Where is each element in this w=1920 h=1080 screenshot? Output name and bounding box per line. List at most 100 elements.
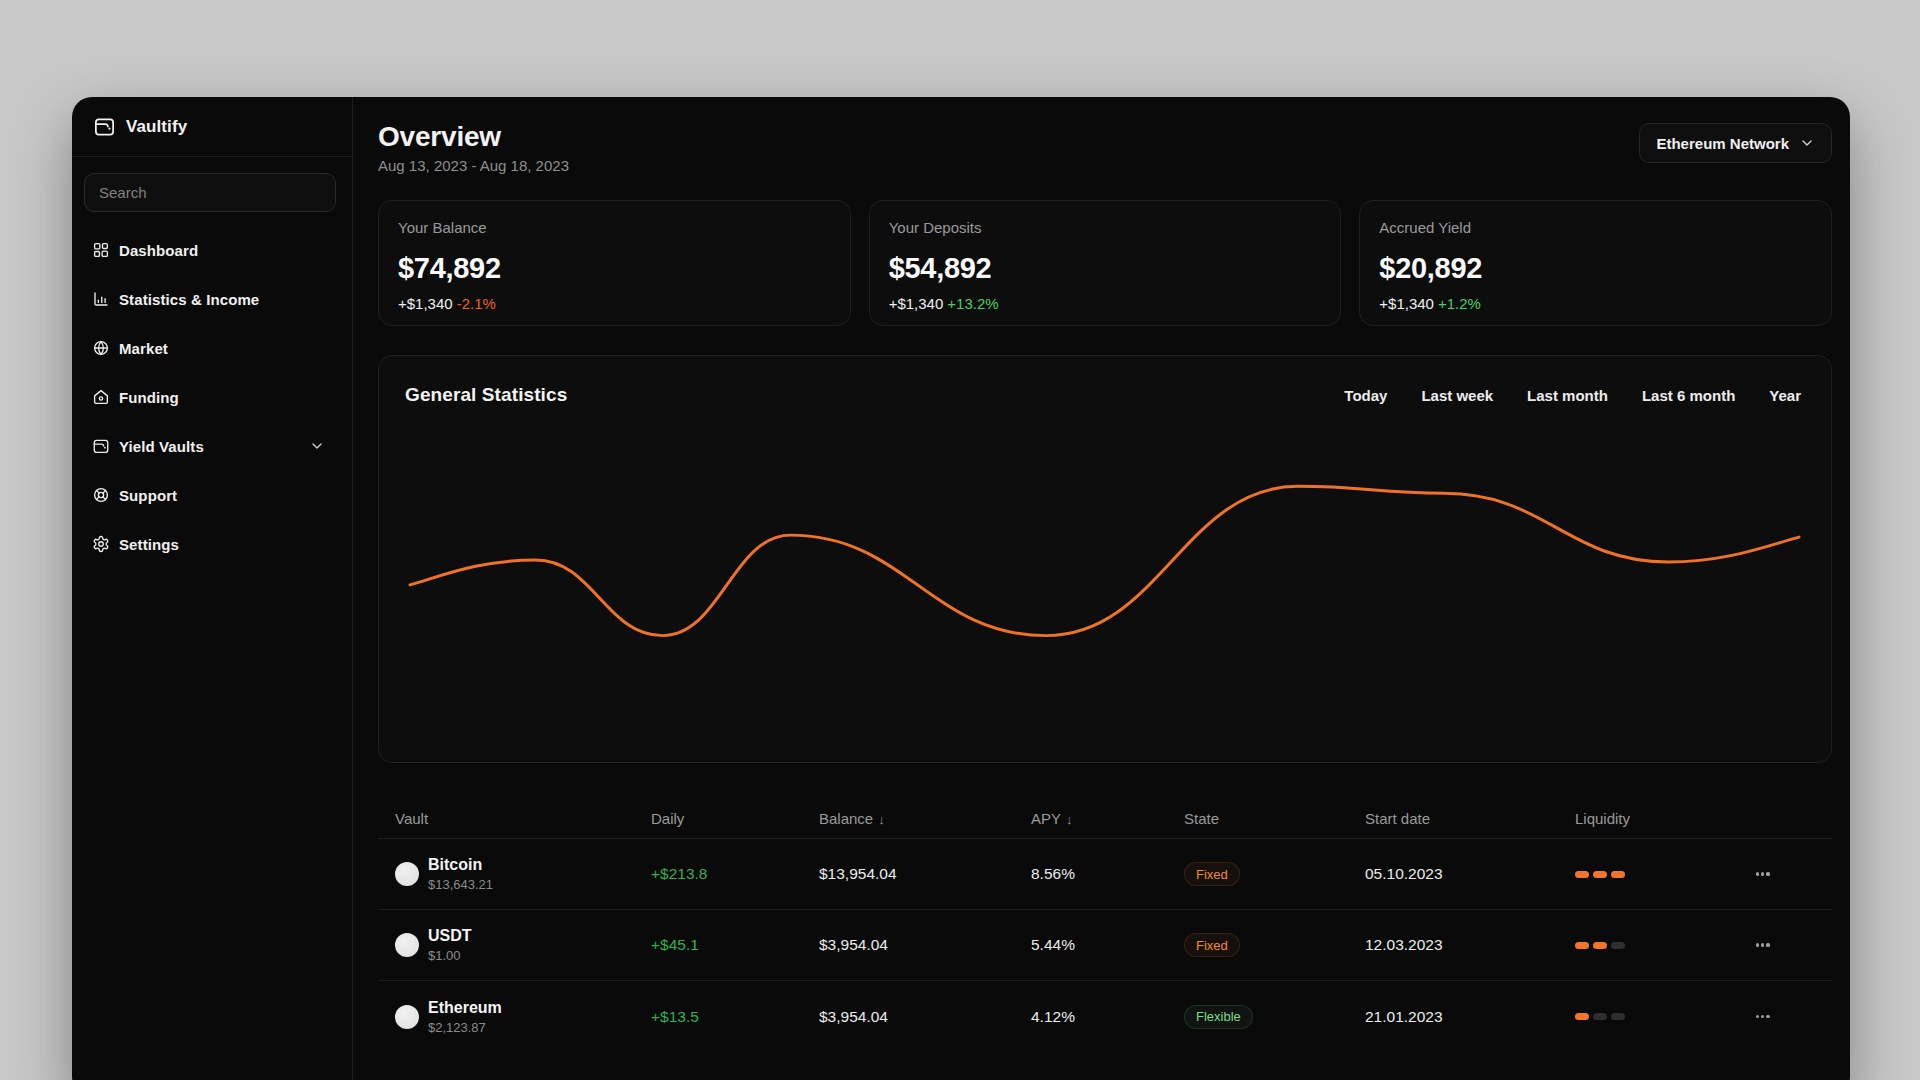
coin-avatar (395, 862, 419, 886)
vault-name: Bitcoin (428, 856, 493, 874)
table-row-usdt[interactable]: USDT $1.00 +$45.1 $3,954.04 5.44% Fixed … (378, 910, 1832, 981)
date-range: Aug 13, 2023 - Aug 18, 2023 (378, 157, 569, 174)
sidebar-item-label: Market (119, 340, 168, 357)
state-badge: Fixed (1184, 862, 1240, 886)
main-header: Overview Aug 13, 2023 - Aug 18, 2023 Eth… (378, 97, 1832, 174)
liquidity-indicator (1575, 871, 1756, 878)
state-badge: Fixed (1184, 933, 1240, 957)
home-icon (92, 388, 110, 406)
daily-change: +$13.5 (651, 1008, 819, 1026)
apy-value: 4.12% (1031, 1008, 1184, 1026)
chevron-down-icon[interactable] (308, 438, 326, 454)
delta-amount: +$1,340 (889, 295, 944, 312)
card-delta: +$1,340+13.2% (889, 295, 1322, 312)
sidebar-item-label: Support (119, 487, 177, 504)
sidebar: Vaultify Dashboard Statistics & Income (72, 97, 353, 1080)
network-selector[interactable]: Ethereum Network (1639, 123, 1832, 163)
sidebar-item-yield-vaults[interactable]: Yield Vaults (72, 426, 352, 466)
logo: Vaultify (72, 97, 352, 157)
general-statistics-card: General Statistics Today Last week Last … (378, 355, 1832, 763)
delta-amount: +$1,340 (1379, 295, 1434, 312)
col-state[interactable]: State (1184, 810, 1365, 827)
sidebar-item-funding[interactable]: Funding (72, 377, 352, 417)
app-title: Vaultify (126, 117, 187, 137)
sidebar-nav: Dashboard Statistics & Income Market (72, 230, 352, 573)
coin-avatar (395, 933, 419, 957)
card-label: Your Balance (398, 219, 831, 236)
app-window: Vaultify Dashboard Statistics & Income (72, 97, 1850, 1080)
col-balance[interactable]: Balance↓ (819, 810, 1031, 827)
sidebar-item-label: Statistics & Income (119, 291, 259, 308)
card-label: Your Deposits (889, 219, 1322, 236)
apy-value: 8.56% (1031, 865, 1184, 883)
start-date: 21.01.2023 (1365, 1008, 1575, 1026)
col-liquidity[interactable]: Liquidity (1575, 810, 1756, 827)
delta-percent: +13.2% (947, 295, 998, 312)
liquidity-indicator (1575, 942, 1756, 949)
delta-amount: +$1,340 (398, 295, 453, 312)
sort-desc-icon: ↓ (1066, 812, 1073, 827)
delta-percent: +1.2% (1438, 295, 1481, 312)
sidebar-item-market[interactable]: Market (72, 328, 352, 368)
card-value: $20,892 (1379, 252, 1812, 285)
col-daily[interactable]: Daily (651, 810, 819, 827)
wallet-logo-icon (93, 115, 116, 138)
stat-cards: Your Balance $74,892 +$1,340-2.1% Your D… (378, 200, 1832, 326)
network-selector-label: Ethereum Network (1656, 135, 1789, 152)
sidebar-item-label: Funding (119, 389, 179, 406)
state-badge: Flexible (1184, 1005, 1253, 1029)
coin-avatar (395, 1005, 419, 1029)
main-content: Overview Aug 13, 2023 - Aug 18, 2023 Eth… (353, 97, 1850, 1080)
balance-value: $3,954.04 (819, 1008, 1031, 1026)
liquidity-indicator (1575, 1013, 1756, 1020)
gear-icon (92, 535, 110, 553)
globe-icon (92, 339, 110, 357)
dashboard-icon (92, 241, 110, 259)
search-input[interactable] (99, 184, 321, 201)
daily-change: +$213.8 (651, 865, 819, 883)
card-value: $74,892 (398, 252, 831, 285)
col-start-date[interactable]: Start date (1365, 810, 1575, 827)
card-accrued-yield: Accrued Yield $20,892 +$1,340+1.2% (1359, 200, 1832, 326)
wallet-icon (92, 437, 110, 455)
row-menu-button[interactable] (1756, 943, 1832, 946)
sidebar-item-dashboard[interactable]: Dashboard (72, 230, 352, 270)
sidebar-item-statistics[interactable]: Statistics & Income (72, 279, 352, 319)
card-your-balance: Your Balance $74,892 +$1,340-2.1% (378, 200, 851, 326)
start-date: 05.10.2023 (1365, 865, 1575, 883)
table-header: Vault Daily Balance↓ APY↓ State Start da… (378, 799, 1832, 839)
sidebar-item-label: Dashboard (119, 242, 198, 259)
sort-desc-icon: ↓ (878, 812, 885, 827)
sidebar-item-support[interactable]: Support (72, 475, 352, 515)
lifebuoy-icon (92, 486, 110, 504)
delta-percent: -2.1% (457, 295, 496, 312)
row-menu-button[interactable] (1756, 1015, 1832, 1018)
table-row-bitcoin[interactable]: Bitcoin $13,643.21 +$213.8 $13,954.04 8.… (378, 839, 1832, 910)
col-vault[interactable]: Vault (395, 810, 651, 827)
vault-price: $13,643.21 (428, 877, 493, 892)
vault-name: USDT (428, 927, 472, 945)
vaults-table: Vault Daily Balance↓ APY↓ State Start da… (378, 799, 1832, 1052)
line-chart (379, 356, 1831, 762)
card-delta: +$1,340-2.1% (398, 295, 831, 312)
vault-price: $2,123.87 (428, 1020, 502, 1035)
page-title: Overview (378, 121, 569, 153)
row-menu-button[interactable] (1756, 872, 1832, 875)
chart-line (410, 486, 1799, 635)
vault-name: Ethereum (428, 999, 502, 1017)
balance-value: $13,954.04 (819, 865, 1031, 883)
start-date: 12.03.2023 (1365, 936, 1575, 954)
chevron-down-icon (1799, 135, 1815, 151)
table-row-ethereum[interactable]: Ethereum $2,123.87 +$13.5 $3,954.04 4.12… (378, 981, 1832, 1052)
sidebar-item-settings[interactable]: Settings (72, 524, 352, 564)
vault-price: $1.00 (428, 948, 472, 963)
bar-chart-icon (92, 290, 110, 308)
apy-value: 5.44% (1031, 936, 1184, 954)
daily-change: +$45.1 (651, 936, 819, 954)
col-apy[interactable]: APY↓ (1031, 810, 1184, 827)
card-delta: +$1,340+1.2% (1379, 295, 1812, 312)
search-box[interactable] (84, 173, 336, 212)
card-value: $54,892 (889, 252, 1322, 285)
sidebar-item-label: Yield Vaults (119, 438, 204, 455)
balance-value: $3,954.04 (819, 936, 1031, 954)
